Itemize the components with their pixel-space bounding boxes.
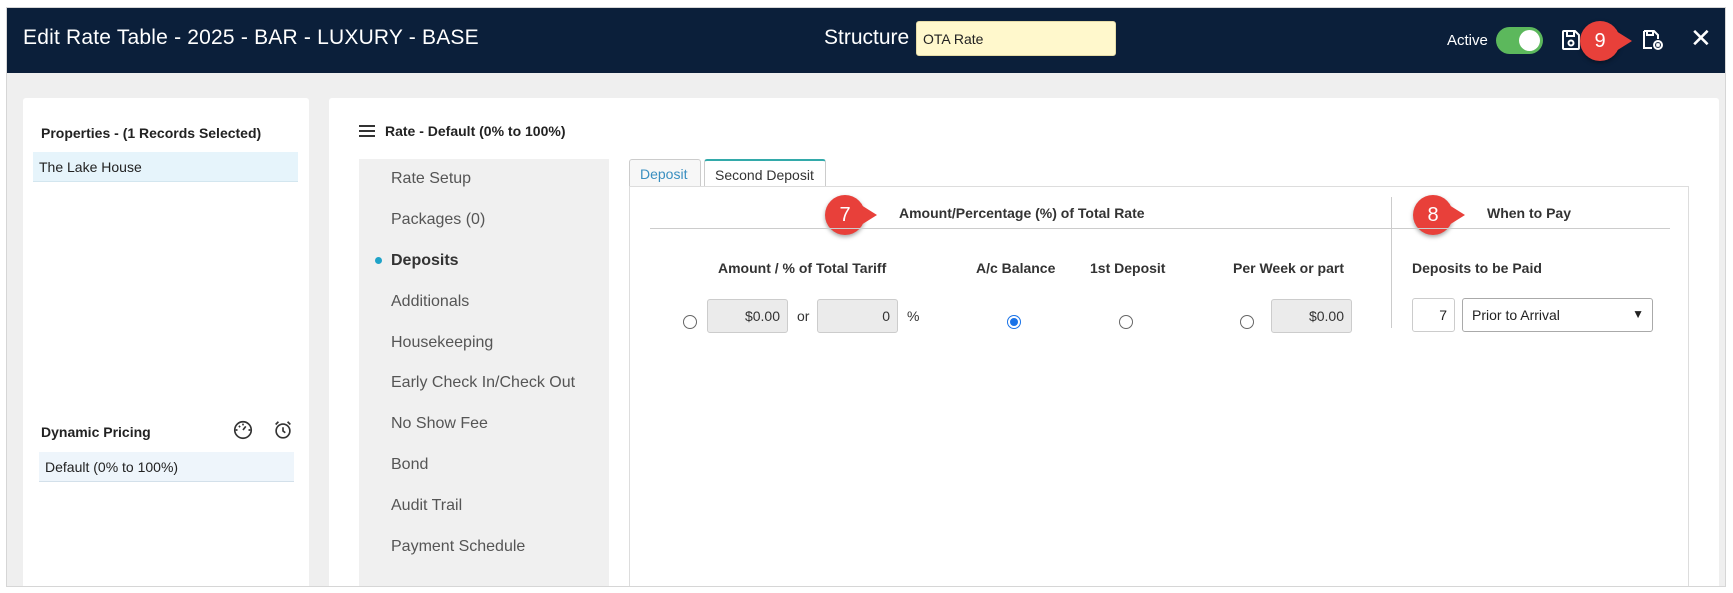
structure-input[interactable] (916, 21, 1116, 56)
pay-section-divider (1392, 228, 1670, 229)
side-nav: Rate Setup Packages (0) Deposits Additio… (359, 159, 609, 586)
tab-deposit[interactable]: Deposit (629, 159, 701, 186)
active-toggle[interactable] (1496, 27, 1543, 54)
radio-per-week[interactable] (1240, 315, 1254, 329)
days-field[interactable]: 7 (1412, 298, 1455, 332)
tab-second-deposit[interactable]: Second Deposit (704, 159, 826, 187)
percent-sign: % (907, 308, 920, 324)
radio-amount[interactable] (683, 315, 697, 329)
callout-7-label: 7 (839, 204, 851, 226)
active-indicator-dot (375, 257, 382, 264)
property-item[interactable]: The Lake House (33, 152, 298, 182)
callout-8: 8 (1413, 195, 1465, 235)
col-head-balance: A/c Balance (976, 260, 1056, 276)
dialog-title: Edit Rate Table - 2025 - BAR - LUXURY - … (23, 26, 479, 49)
hamburger-menu-icon[interactable] (359, 122, 375, 138)
callout-9-label: 9 (1594, 30, 1606, 52)
percent-field[interactable]: 0 (817, 299, 898, 333)
nav-item-no-show-fee[interactable]: No Show Fee (391, 415, 488, 433)
dynamic-pricing-heading: Dynamic Pricing (41, 424, 151, 440)
properties-heading: Properties - (1 Records Selected) (41, 125, 262, 141)
nav-item-deposits[interactable]: Deposits (391, 252, 459, 270)
col-head-deposits-paid: Deposits to be Paid (1412, 260, 1542, 276)
radio-ac-balance[interactable] (1007, 315, 1021, 329)
callout-9: 9 (1580, 21, 1632, 61)
radio-first-deposit[interactable] (1119, 315, 1133, 329)
nav-item-payment-schedule[interactable]: Payment Schedule (391, 538, 525, 556)
nav-item-housekeeping[interactable]: Housekeeping (391, 334, 493, 352)
tab-content: 7 Amount/Percentage (%) of Total Rate Am… (629, 186, 1689, 586)
col-head-first-deposit: 1st Deposit (1090, 260, 1166, 276)
col-head-per-week: Per Week or part (1233, 260, 1345, 276)
column-divider (1391, 197, 1392, 328)
dialog-header: Edit Rate Table - 2025 - BAR - LUXURY - … (7, 8, 1725, 73)
col-head-amount: Amount / % of Total Tariff (718, 260, 887, 276)
nav-item-packages[interactable]: Packages (0) (391, 211, 485, 229)
per-week-field[interactable]: $0.00 (1271, 299, 1352, 333)
when-to-pay-value: Prior to Arrival (1472, 307, 1560, 323)
callout-7: 7 (825, 195, 877, 235)
rate-heading: Rate - Default (0% to 100%) (385, 123, 566, 139)
main-panel: Rate - Default (0% to 100%) Rate Setup P… (329, 98, 1719, 586)
section-divider (650, 228, 1391, 229)
active-label: Active (1447, 32, 1488, 49)
alarm-clock-icon[interactable] (272, 419, 294, 441)
left-panel: Properties - (1 Records Selected) The La… (23, 98, 309, 586)
dynamic-pricing-item[interactable]: Default (0% to 100%) (39, 452, 294, 482)
chevron-down-icon: ▼ (1632, 307, 1644, 321)
rate-table-dialog: Edit Rate Table - 2025 - BAR - LUXURY - … (6, 7, 1726, 587)
when-to-pay-title: When to Pay (1487, 205, 1572, 221)
amount-field[interactable]: $0.00 (707, 299, 788, 333)
callout-8-label: 8 (1427, 204, 1439, 226)
close-icon[interactable]: ✕ (1690, 23, 1712, 53)
pricing-gauge-icon[interactable] (232, 419, 254, 441)
nav-item-early-check-in[interactable]: Early Check In/Check Out (391, 374, 575, 392)
nav-item-rate-setup[interactable]: Rate Setup (391, 170, 471, 188)
toggle-knob (1519, 30, 1540, 51)
when-to-pay-select[interactable]: Prior to Arrival ▼ (1462, 298, 1653, 332)
nav-item-audit-trail[interactable]: Audit Trail (391, 497, 462, 515)
nav-item-additionals[interactable]: Additionals (391, 293, 469, 311)
structure-label: Structure (824, 26, 910, 49)
amount-section-title: Amount/Percentage (%) of Total Rate (899, 205, 1145, 221)
save-and-close-icon[interactable] (1640, 28, 1664, 52)
or-text: or (797, 308, 810, 324)
nav-item-bond[interactable]: Bond (391, 456, 428, 474)
